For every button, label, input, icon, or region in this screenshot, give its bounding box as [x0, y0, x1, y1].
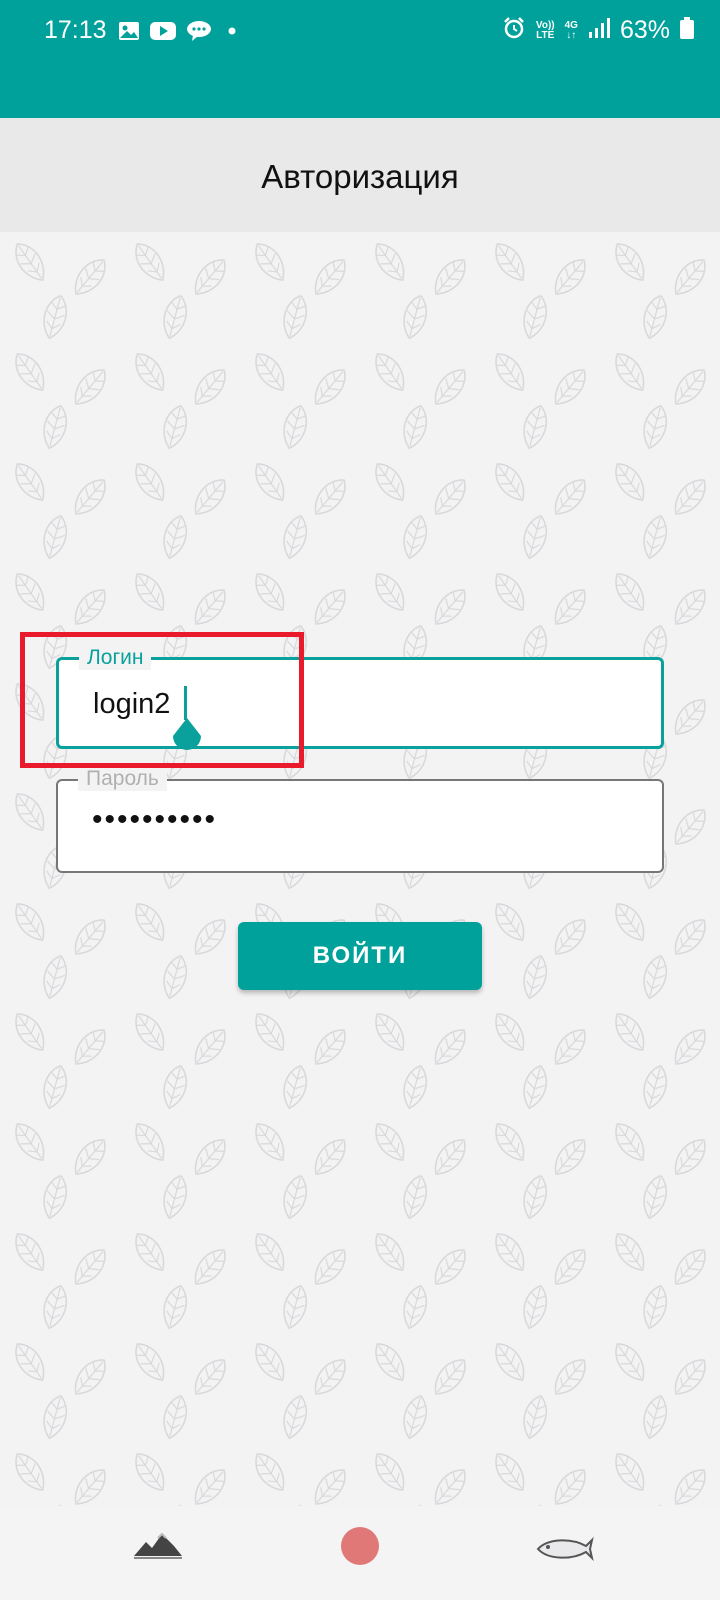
- highlight-box: [20, 632, 304, 768]
- landscape-icon[interactable]: [132, 1526, 184, 1567]
- back-fish-icon[interactable]: [534, 1534, 594, 1569]
- signal-icon: [588, 17, 610, 44]
- nav-bar: [0, 1506, 720, 1600]
- volte-label-top: Vo)): [535, 19, 555, 31]
- 4g-icon: 4G ↓↑: [564, 19, 578, 41]
- status-time: 17:13: [44, 16, 107, 44]
- home-circle-icon[interactable]: [340, 1526, 380, 1571]
- password-label: Пароль: [78, 767, 167, 791]
- login-button[interactable]: ВОЙТИ: [238, 922, 482, 990]
- gallery-icon: [118, 21, 140, 46]
- password-input-value[interactable]: ••••••••••: [92, 803, 217, 837]
- status-right-icons: Vo)) LTE 4G ↓↑ 63%: [502, 16, 694, 45]
- volte-label-bottom: LTE: [536, 29, 555, 41]
- notification-icons: [118, 20, 242, 47]
- more-dot-icon: [222, 21, 242, 46]
- messages-icon: [186, 20, 212, 47]
- network-label: 4G: [564, 19, 578, 31]
- status-bar: 17:13 Vo)) LTE 4G ↓↑ 63%: [0, 0, 720, 118]
- volte-icon: Vo)) LTE: [535, 19, 555, 41]
- page-title: Авторизация: [261, 158, 459, 195]
- password-field[interactable]: Пароль ••••••••••: [56, 767, 664, 873]
- youtube-icon: [150, 21, 176, 46]
- alarm-icon: [502, 16, 526, 45]
- battery-icon: [680, 17, 694, 44]
- battery-percent: 63%: [619, 16, 670, 44]
- app-bar: Авторизация: [0, 118, 720, 232]
- data-arrows: ↓↑: [566, 29, 577, 41]
